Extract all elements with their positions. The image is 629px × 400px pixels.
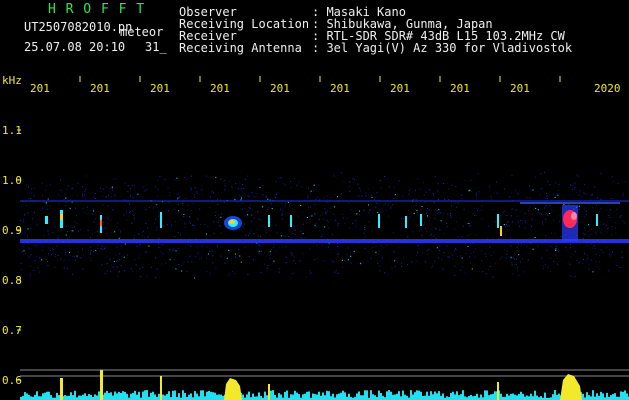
x-tick-label: 201: [330, 82, 350, 95]
meta-label-antenna: Receiving Antenna: [179, 41, 302, 55]
x-tick-label: 201: [150, 82, 170, 95]
x-tick-label: 201: [30, 82, 50, 95]
hroft-logo: H R O F F T: [48, 2, 146, 17]
filename-suffix: meteor: [120, 25, 164, 39]
meta-value-antenna: : 3el Yagi(V) Az 330 for Vladivostok: [312, 41, 573, 55]
y-unit-label: kHz: [2, 74, 22, 87]
x-tick-label: 201: [270, 82, 290, 95]
timestamp: 25.07.08 20:10: [24, 40, 126, 54]
x-tick-label: 201: [390, 82, 410, 95]
x-tick-label: 201: [210, 82, 230, 95]
filename: UT2507082010.pn: [24, 20, 133, 34]
carrier-band: [20, 200, 629, 202]
plot-background: [0, 66, 629, 400]
carrier-band: [20, 239, 629, 243]
counter: 31_: [145, 40, 167, 54]
x-tick-label: 201: [90, 82, 110, 95]
x-tick-label: 201: [510, 82, 530, 95]
carrier-band: [520, 202, 620, 204]
x-tick-label: 2020: [594, 82, 621, 95]
x-tick-label: 201: [450, 82, 470, 95]
spectrogram-plot: kHz 1.1 1.0 0.9 0.8 0.7 0.6 201 201 201 …: [0, 66, 629, 400]
